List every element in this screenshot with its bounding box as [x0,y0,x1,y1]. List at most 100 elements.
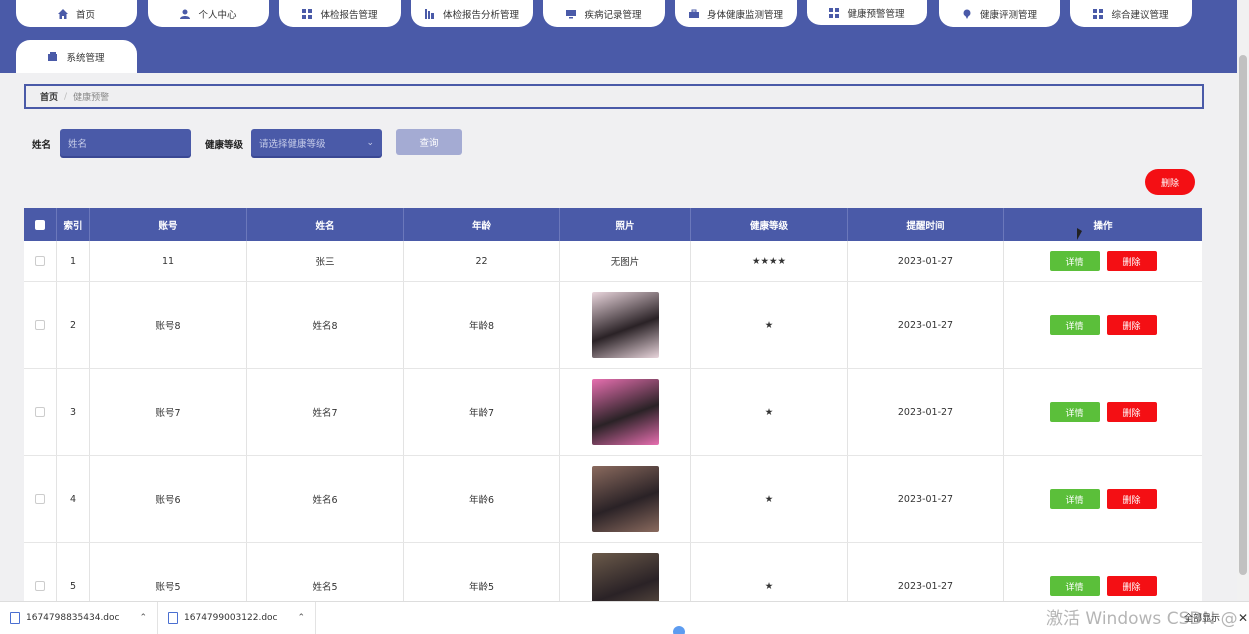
row-checkbox[interactable] [35,320,45,330]
tab-label: 健康评测管理 [979,9,1037,21]
detail-button[interactable]: 详情 [1049,489,1100,509]
table-row: 1 11 张三 22 无图片 ★★★★ 2023-01-27 详情 删除 [24,241,1202,282]
header-name: 姓名 [247,208,404,241]
level-select[interactable]: 请选择健康等级 ⌄ [251,129,382,156]
cell-time: 2023-01-27 [848,282,1004,368]
cell-index: 4 [57,456,90,542]
show-all-downloads-button[interactable]: 全部显示 [1184,611,1220,624]
tab-label: 体检报告管理 [320,9,378,21]
table-row: 4 账号6 姓名6 年龄6 ★ 2023-01-27 详情 删除 [24,456,1202,543]
tab-grid-6[interactable]: 健康预警管理 [807,0,927,27]
row-checkbox[interactable] [35,494,45,504]
grid-icon [829,7,840,18]
row-select-cell [24,369,57,455]
tab-chart-3[interactable]: 体检报告分析管理 [411,0,533,27]
cell-name: 姓名8 [247,282,404,368]
header-actions: 操作 [1093,220,1113,232]
select-all-cell [24,208,57,241]
tab-pin-7[interactable]: 健康评测管理 [939,0,1060,27]
scrollbar-thumb[interactable] [1239,55,1247,575]
chevron-up-icon[interactable]: ⌃ [139,613,147,623]
cell-account: 账号8 [90,282,247,368]
header-index: 索引 [57,208,90,241]
breadcrumb-separator: / [64,91,68,102]
breadcrumb-home[interactable]: 首页 [40,90,58,103]
select-all-checkbox[interactable] [35,219,45,230]
detail-button[interactable]: 详情 [1049,315,1100,335]
cell-level: ★ [691,456,848,542]
download-item[interactable]: 1674799003122.doc ⌃ [158,602,317,634]
chevron-up-icon[interactable]: ⌃ [297,613,305,623]
tab-monitor-4[interactable]: 疾病记录管理 [543,0,665,27]
cell-actions: 详情 删除 [1004,282,1202,368]
cell-actions: 详情 删除 [1004,241,1202,281]
tab-grid-2[interactable]: 体检报告管理 [279,0,401,27]
vertical-scrollbar[interactable] [1237,0,1249,600]
chart-icon [424,8,435,19]
tab-briefcase-5[interactable]: 身体健康监测管理 [675,0,797,27]
detail-button[interactable]: 详情 [1049,251,1100,271]
cell-photo [560,369,691,455]
cell-level: ★ [691,282,848,368]
cell-age: 22 [404,241,560,281]
batch-delete-button[interactable]: 删除 [1145,169,1195,195]
mouse-cursor [1077,228,1082,240]
name-label: 姓名 [32,140,52,151]
tab-label: 体检报告分析管理 [442,9,519,21]
cell-photo [560,456,691,542]
header-age: 年龄 [404,208,560,241]
cell-account: 账号7 [90,369,247,455]
row-checkbox[interactable] [35,581,45,591]
delete-row-button[interactable]: 删除 [1106,315,1157,335]
delete-row-button[interactable]: 删除 [1106,251,1157,271]
home-icon [57,8,68,19]
cell-photo [560,282,691,368]
monitor-icon [566,9,577,19]
cell-actions: 详情 删除 [1004,456,1202,542]
cell-time: 2023-01-27 [848,241,1004,281]
download-item[interactable]: 1674798835434.doc ⌃ [0,602,159,634]
tab-system-management[interactable]: 系统管理 [16,40,137,73]
user-photo [591,466,659,532]
grid-icon [302,8,313,19]
cell-account: 账号6 [90,456,247,542]
cell-level: ★★★★ [691,241,848,281]
tab-label: 个人中心 [198,9,237,21]
delete-row-button[interactable]: 删除 [1106,576,1157,596]
download-filename: 1674798835434.doc [26,613,120,623]
detail-button[interactable]: 详情 [1049,402,1100,422]
row-checkbox[interactable] [35,407,45,417]
query-button[interactable]: 查询 [396,129,462,155]
detail-button[interactable]: 详情 [1049,576,1100,596]
delete-row-button[interactable]: 删除 [1106,489,1157,509]
breadcrumb: 首页 / 健康预警 [24,84,1204,109]
tab-user-1[interactable]: 个人中心 [148,0,269,27]
cell-age: 年龄8 [404,282,560,368]
tab-label: 系统管理 [66,52,105,64]
cell-age: 年龄6 [404,456,560,542]
tab-label: 首页 [75,9,95,21]
level-select-placeholder: 请选择健康等级 [259,138,326,150]
breadcrumb-current: 健康预警 [73,93,110,103]
cell-name: 张三 [247,241,404,281]
document-icon [168,612,179,624]
cell-index: 1 [57,241,90,281]
tab-label: 健康预警管理 [847,8,905,20]
table-body: 1 11 张三 22 无图片 ★★★★ 2023-01-27 详情 删除 2 账号8 姓名8 年龄8 ★ 2… [24,241,1202,630]
tab-grid-8[interactable]: 综合建议管理 [1070,0,1192,27]
header-account: 账号 [90,208,247,241]
cell-actions: 详情 删除 [1004,369,1202,455]
cell-name: 姓名6 [247,456,404,542]
warning-table: 索引 账号 姓名 年龄 照片 健康等级 提醒时间 操作 1 11 张三 22 无图片 ★★… [24,208,1202,630]
tab-home-0[interactable]: 首页 [16,0,137,27]
close-icon[interactable]: ✕ [1238,611,1248,625]
name-input[interactable]: 姓名 [60,129,191,156]
row-checkbox[interactable] [35,256,45,266]
table-row: 3 账号7 姓名7 年龄7 ★ 2023-01-27 详情 删除 [24,369,1202,456]
user-icon [180,9,191,19]
tab-label: 综合建议管理 [1111,9,1169,21]
delete-row-button[interactable]: 删除 [1106,402,1157,422]
tab-label: 疾病记录管理 [584,9,642,21]
header-level: 健康等级 [691,208,848,241]
table-row: 2 账号8 姓名8 年龄8 ★ 2023-01-27 详情 删除 [24,282,1202,369]
